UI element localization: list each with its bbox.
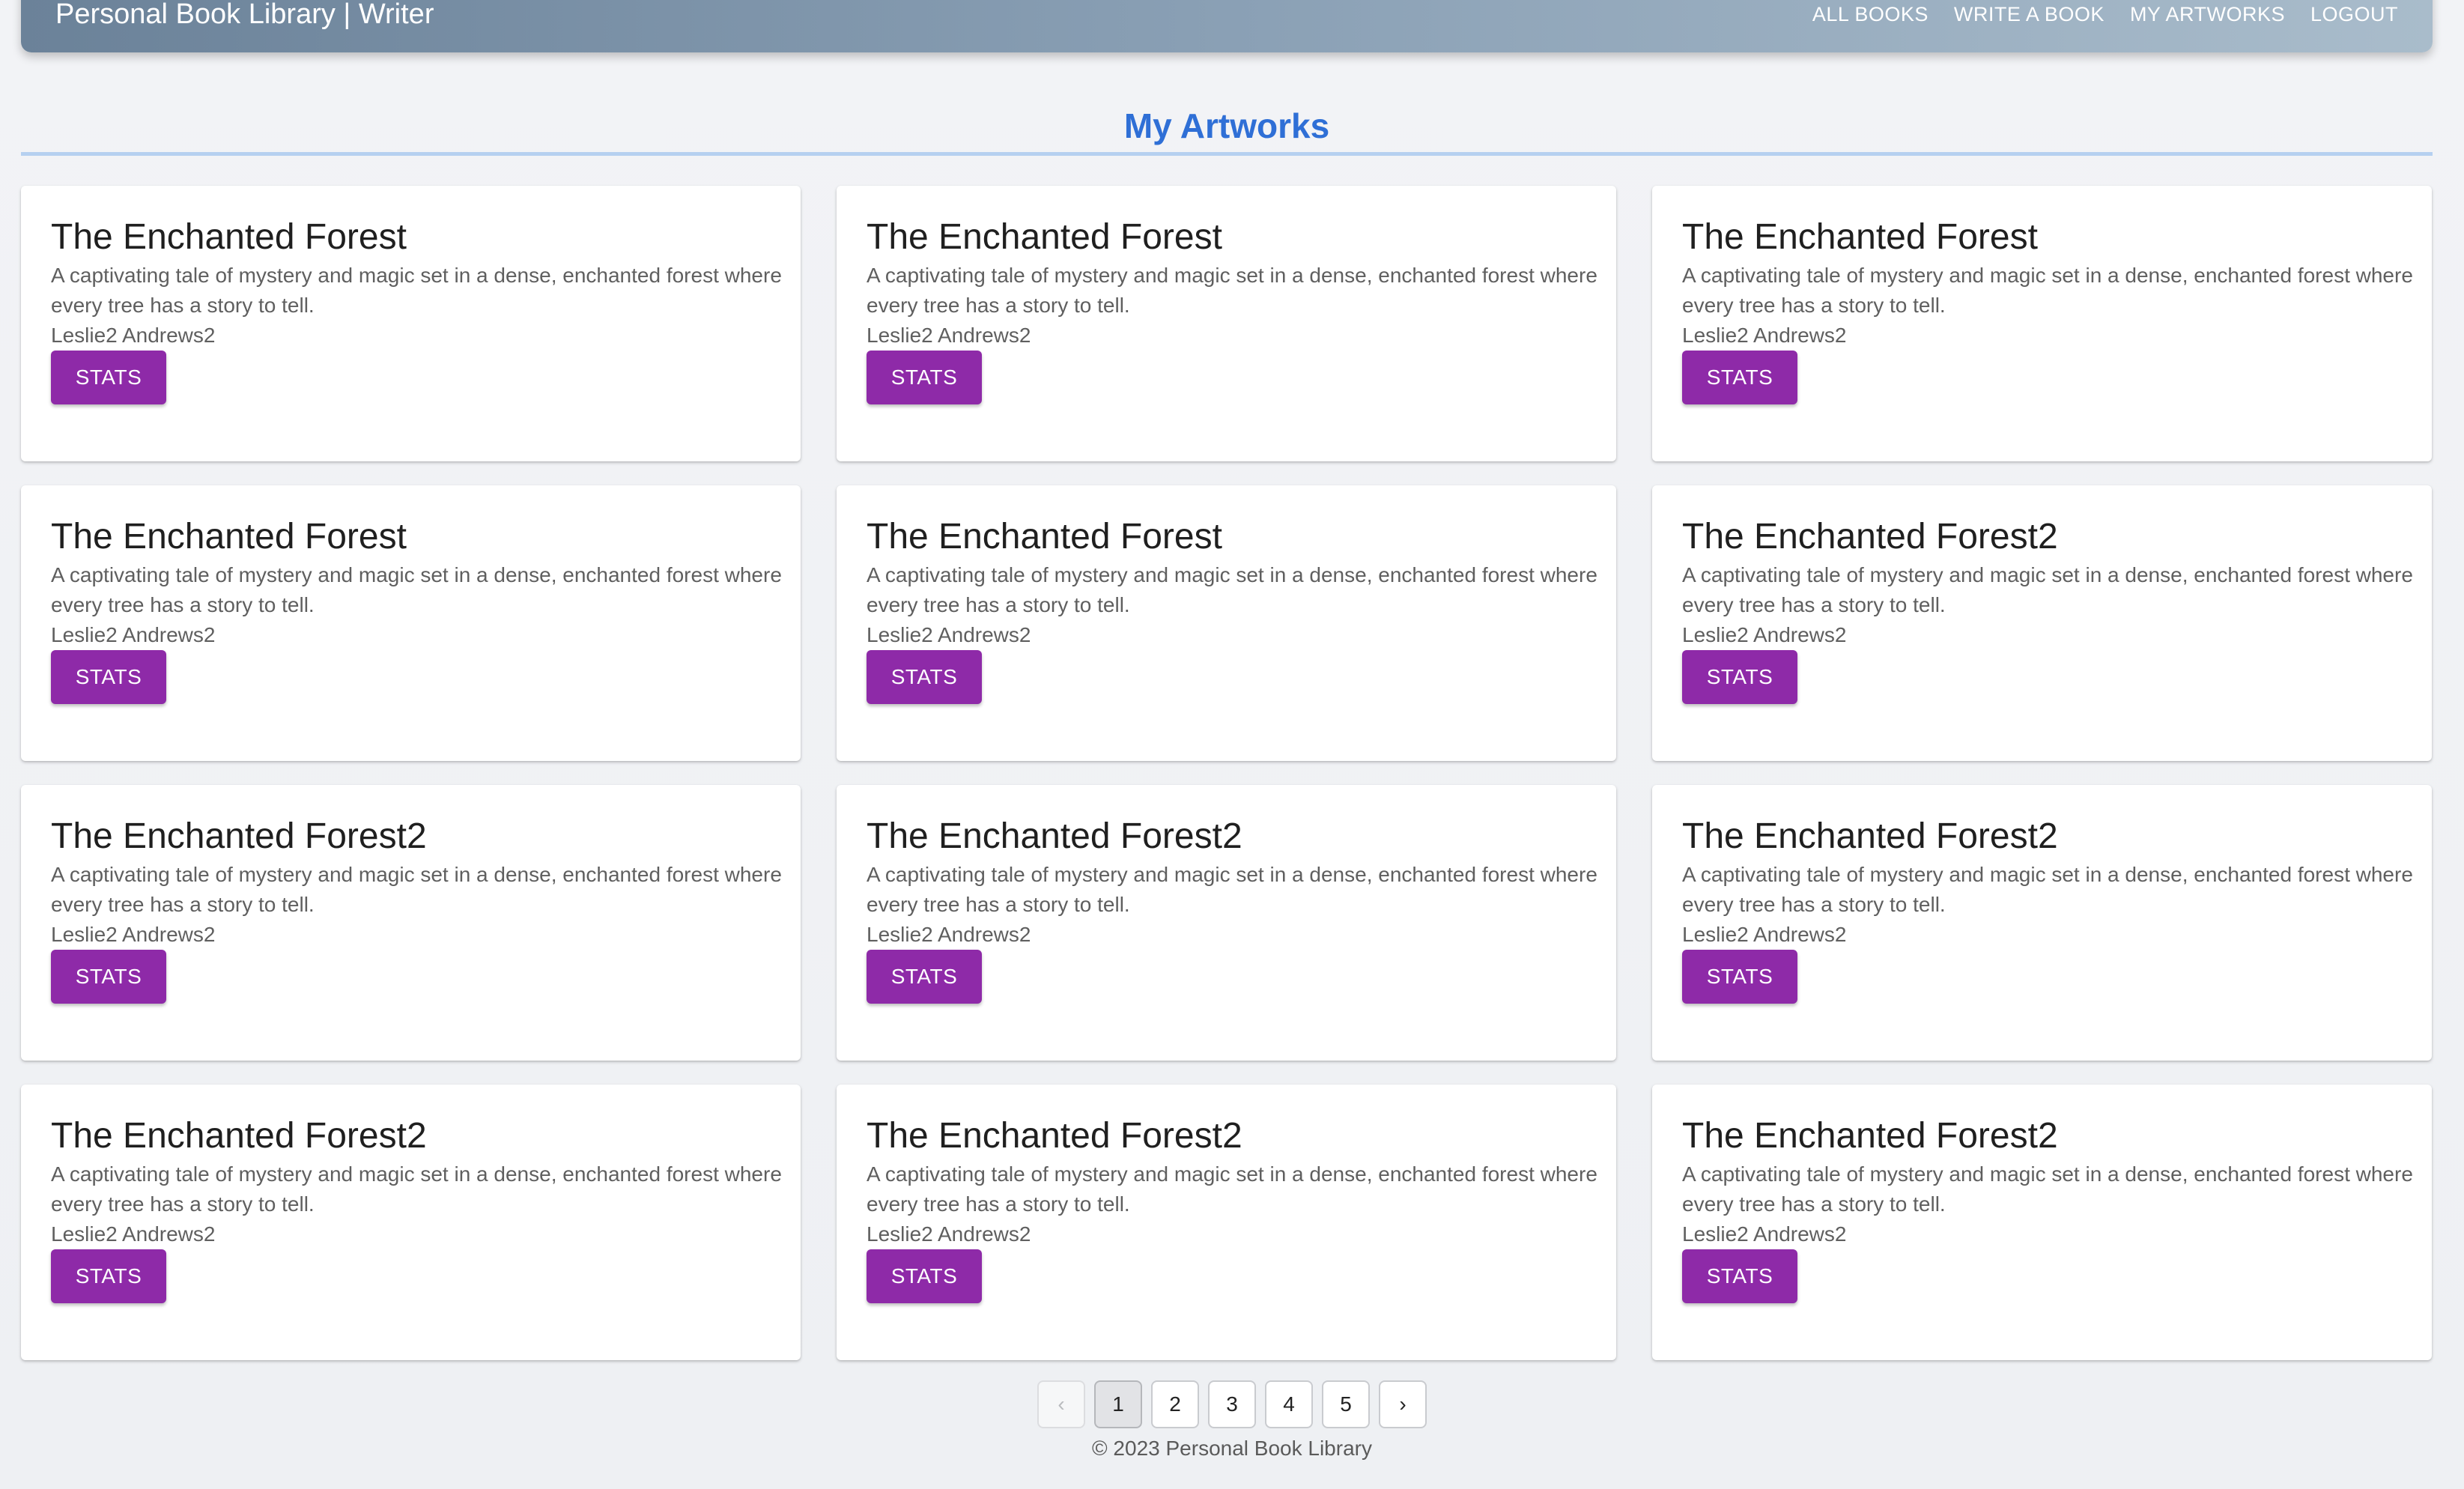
card-description: A captivating tale of mystery and magic … (1682, 264, 2413, 317)
next-page-button[interactable]: › (1379, 1380, 1427, 1428)
stats-button[interactable]: STATS (51, 950, 166, 1004)
stats-button[interactable]: STATS (51, 351, 166, 404)
card-description: A captivating tale of mystery and magic … (867, 863, 1597, 916)
card-title: The Enchanted Forest (51, 517, 407, 557)
card-author: Leslie2 Andrews2 (1682, 1222, 1847, 1246)
chevron-left-icon: ‹ (1057, 1392, 1065, 1416)
nav-write-a-book[interactable]: WRITE A BOOK (1954, 3, 2105, 26)
page-button-3[interactable]: 3 (1208, 1380, 1256, 1428)
card-author: Leslie2 Andrews2 (867, 1222, 1031, 1246)
artwork-card: The Enchanted Forest A captivating tale … (837, 485, 1616, 761)
card-title: The Enchanted Forest (867, 217, 1222, 257)
artwork-card: The Enchanted Forest2 A captivating tale… (1652, 1085, 2432, 1360)
app-title: Personal Book Library | Writer (55, 0, 434, 30)
card-description: A captivating tale of mystery and magic … (1682, 863, 2413, 916)
card-author: Leslie2 Andrews2 (867, 324, 1031, 347)
app-bar: Personal Book Library | Writer ALL BOOKS… (21, 0, 2433, 52)
card-author: Leslie2 Andrews2 (51, 623, 216, 646)
card-title: The Enchanted Forest2 (1682, 1116, 2058, 1156)
stats-button[interactable]: STATS (1682, 1249, 1797, 1303)
nav-my-artworks[interactable]: MY ARTWORKS (2130, 3, 2285, 26)
nav-all-books[interactable]: ALL BOOKS (1812, 3, 1929, 26)
artwork-card: The Enchanted Forest2 A captivating tale… (21, 1085, 801, 1360)
stats-button[interactable]: STATS (867, 950, 982, 1004)
card-title: The Enchanted Forest (51, 217, 407, 257)
artwork-card: The Enchanted Forest2 A captivating tale… (1652, 785, 2432, 1061)
card-author: Leslie2 Andrews2 (51, 923, 216, 946)
top-nav: ALL BOOKS WRITE A BOOK MY ARTWORKS LOGOU… (1812, 3, 2398, 26)
page-button-2[interactable]: 2 (1151, 1380, 1199, 1428)
card-description: A captivating tale of mystery and magic … (1682, 1162, 2413, 1216)
stats-button[interactable]: STATS (1682, 351, 1797, 404)
card-author: Leslie2 Andrews2 (51, 324, 216, 347)
card-description: A captivating tale of mystery and magic … (867, 563, 1597, 616)
page-button-5[interactable]: 5 (1322, 1380, 1370, 1428)
stats-button[interactable]: STATS (867, 650, 982, 704)
artwork-card: The Enchanted Forest A captivating tale … (21, 186, 801, 461)
card-description: A captivating tale of mystery and magic … (51, 1162, 782, 1216)
card-author: Leslie2 Andrews2 (1682, 923, 1847, 946)
card-author: Leslie2 Andrews2 (1682, 324, 1847, 347)
chevron-right-icon: › (1399, 1392, 1407, 1416)
card-title: The Enchanted Forest2 (51, 1116, 427, 1156)
card-description: A captivating tale of mystery and magic … (51, 563, 782, 616)
page: Personal Book Library | Writer ALL BOOKS… (0, 0, 2464, 1489)
card-title: The Enchanted Forest2 (867, 816, 1242, 856)
artwork-card: The Enchanted Forest2 A captivating tale… (837, 1085, 1616, 1360)
prev-page-button[interactable]: ‹ (1037, 1380, 1085, 1428)
artwork-card: The Enchanted Forest2 A captivating tale… (837, 785, 1616, 1061)
page-title: My Artworks (21, 102, 2433, 156)
artwork-card: The Enchanted Forest2 A captivating tale… (1652, 485, 2432, 761)
stats-button[interactable]: STATS (1682, 650, 1797, 704)
page-button-4[interactable]: 4 (1265, 1380, 1313, 1428)
stats-button[interactable]: STATS (51, 1249, 166, 1303)
footer-copyright: © 2023 Personal Book Library (1092, 1437, 1372, 1460)
card-title: The Enchanted Forest2 (1682, 816, 2058, 856)
card-description: A captivating tale of mystery and magic … (867, 264, 1597, 317)
nav-logout[interactable]: LOGOUT (2310, 3, 2398, 26)
card-title: The Enchanted Forest2 (867, 1116, 1242, 1156)
artwork-card: The Enchanted Forest2 A captivating tale… (21, 785, 801, 1061)
artwork-card: The Enchanted Forest A captivating tale … (837, 186, 1616, 461)
card-description: A captivating tale of mystery and magic … (51, 264, 782, 317)
card-author: Leslie2 Andrews2 (867, 923, 1031, 946)
card-description: A captivating tale of mystery and magic … (51, 863, 782, 916)
artwork-card: The Enchanted Forest A captivating tale … (1652, 186, 2432, 461)
card-description: A captivating tale of mystery and magic … (867, 1162, 1597, 1216)
card-title: The Enchanted Forest (1682, 217, 2038, 257)
stats-button[interactable]: STATS (51, 650, 166, 704)
page-button-1[interactable]: 1 (1094, 1380, 1142, 1428)
artwork-card: The Enchanted Forest A captivating tale … (21, 485, 801, 761)
stats-button[interactable]: STATS (1682, 950, 1797, 1004)
artworks-grid: The Enchanted Forest A captivating tale … (21, 186, 2433, 1360)
card-author: Leslie2 Andrews2 (51, 1222, 216, 1246)
stats-button[interactable]: STATS (867, 351, 982, 404)
card-title: The Enchanted Forest (867, 517, 1222, 557)
stats-button[interactable]: STATS (867, 1249, 982, 1303)
card-author: Leslie2 Andrews2 (867, 623, 1031, 646)
card-description: A captivating tale of mystery and magic … (1682, 563, 2413, 616)
card-author: Leslie2 Andrews2 (1682, 623, 1847, 646)
card-title: The Enchanted Forest2 (51, 816, 427, 856)
card-title: The Enchanted Forest2 (1682, 517, 2058, 557)
pagination: ‹ 1 2 3 4 5 › (0, 1380, 2464, 1428)
